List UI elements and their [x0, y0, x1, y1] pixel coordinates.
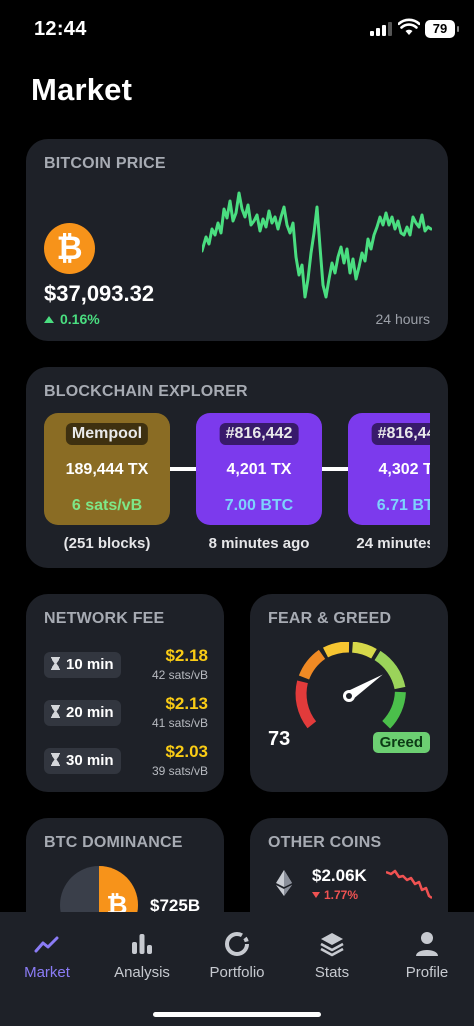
block-tx-count: 189,444 TX	[65, 461, 149, 478]
block-tx-count: 4,302 TX	[378, 461, 430, 478]
fee-usd: $2.18	[165, 646, 208, 665]
tab-analysis[interactable]: Analysis	[95, 930, 189, 981]
coin-change: 1.77%	[312, 888, 358, 902]
tab-profile[interactable]: Profile	[380, 930, 474, 981]
bitcoin-logo-icon: ₿	[44, 223, 95, 274]
card-title: FEAR & GREED	[268, 610, 392, 627]
fee-time-badge: 20 min	[44, 700, 121, 726]
ethereum-icon	[276, 870, 292, 896]
tab-bar: Market Analysis Portfolio Stats Profile	[0, 912, 474, 1026]
network-fee-card[interactable]: NETWORK FEE 10 min $2.18 42 sats/vB 20 m…	[26, 594, 224, 792]
hourglass-icon	[51, 657, 60, 670]
block-tx-count: 4,201 TX	[226, 461, 292, 478]
block-caption: 24 minutes ago	[356, 535, 430, 552]
mempool-block[interactable]: Mempool 189,444 TX 6 sats/vB	[44, 413, 170, 525]
block-816441[interactable]: #816,441 4,302 TX 6.71 BTC	[348, 413, 430, 525]
fee-row-20min: 20 min $2.13 41 sats/vB	[44, 694, 208, 734]
tab-label: Portfolio	[209, 964, 265, 981]
page-title: Market	[31, 72, 133, 107]
wifi-icon	[398, 18, 420, 35]
arrow-up-icon	[44, 316, 54, 323]
fee-sats: 42 sats/vB	[151, 668, 208, 682]
tab-label: Market	[24, 964, 70, 981]
person-icon	[416, 932, 438, 956]
price-period: 24 hours	[375, 311, 430, 327]
block-carousel[interactable]: Mempool 189,444 TX 6 sats/vB (251 blocks…	[44, 367, 430, 567]
coin-change-value: 1.77%	[324, 888, 359, 902]
price-sparkline	[202, 191, 432, 299]
block-caption: (251 blocks)	[63, 535, 151, 552]
fee-sats: 39 sats/vB	[151, 764, 208, 778]
status-bar: 12:44 79	[0, 0, 474, 58]
tab-stats[interactable]: Stats	[285, 930, 379, 981]
cellular-signal-icon	[370, 22, 392, 36]
status-time: 12:44	[34, 18, 87, 40]
donut-icon	[225, 932, 249, 956]
hourglass-icon	[51, 753, 60, 766]
block-badge: #816,442	[219, 423, 299, 445]
block-fee: 7.00 BTC	[224, 497, 294, 514]
block-connector	[170, 467, 196, 471]
fear-greed-gauge	[295, 642, 406, 729]
arrow-down-icon	[312, 892, 320, 898]
fee-row-10min: 10 min $2.18 42 sats/vB	[44, 646, 208, 686]
block-badge: #816,441	[371, 423, 430, 445]
price-change: 0.16%	[44, 311, 100, 327]
fee-row-30min: 30 min $2.03 39 sats/vB	[44, 742, 208, 782]
coin-sparkline	[386, 869, 432, 900]
block-caption: 8 minutes ago	[208, 535, 310, 552]
trend-line-icon	[34, 936, 59, 953]
bitcoin-price-value: $37,093.32	[44, 281, 155, 306]
fee-time-badge: 10 min	[44, 652, 121, 678]
card-title: BTC DOMINANCE	[44, 834, 183, 851]
home-indicator[interactable]	[153, 1012, 321, 1017]
fear-greed-card[interactable]: FEAR & GREED 73 Greed	[250, 594, 448, 792]
fee-time: 30 min	[66, 752, 114, 769]
layers-icon	[320, 933, 344, 957]
coin-price: $2.06K	[312, 866, 367, 885]
fee-time: 20 min	[66, 704, 114, 721]
fear-greed-label: Greed	[372, 732, 430, 753]
bar-chart-icon	[132, 934, 152, 954]
tab-portfolio[interactable]: Portfolio	[190, 930, 284, 981]
card-title: BITCOIN PRICE	[44, 155, 166, 172]
fee-sats: 41 sats/vB	[151, 716, 208, 730]
fee-usd: $2.13	[165, 694, 208, 713]
tab-market[interactable]: Market	[0, 930, 94, 981]
bitcoin-price-card[interactable]: BITCOIN PRICE ₿ $37,093.32 0.16% 24 hour…	[26, 139, 448, 341]
fee-time-badge: 30 min	[44, 748, 121, 774]
tab-label: Analysis	[114, 964, 170, 981]
gauge-needle	[343, 674, 383, 702]
card-title: OTHER COINS	[268, 834, 382, 851]
battery-indicator: 79	[425, 20, 459, 38]
tab-label: Stats	[314, 964, 350, 981]
block-fee: 6 sats/vB	[71, 497, 143, 514]
blockchain-explorer-card[interactable]: BLOCKCHAIN EXPLORER Mempool 189,444 TX 6…	[26, 367, 448, 568]
block-fee: 6.71 BTC	[376, 497, 430, 514]
fear-greed-value: 73	[268, 728, 291, 750]
fee-time: 10 min	[66, 656, 114, 673]
price-change-value: 0.16%	[60, 311, 100, 327]
card-title: NETWORK FEE	[44, 610, 165, 627]
hourglass-icon	[51, 705, 60, 718]
block-connector	[322, 467, 348, 471]
block-816442[interactable]: #816,442 4,201 TX 7.00 BTC	[196, 413, 322, 525]
tab-label: Profile	[405, 964, 449, 981]
block-badge: Mempool	[65, 423, 149, 445]
fee-usd: $2.03	[165, 742, 208, 761]
